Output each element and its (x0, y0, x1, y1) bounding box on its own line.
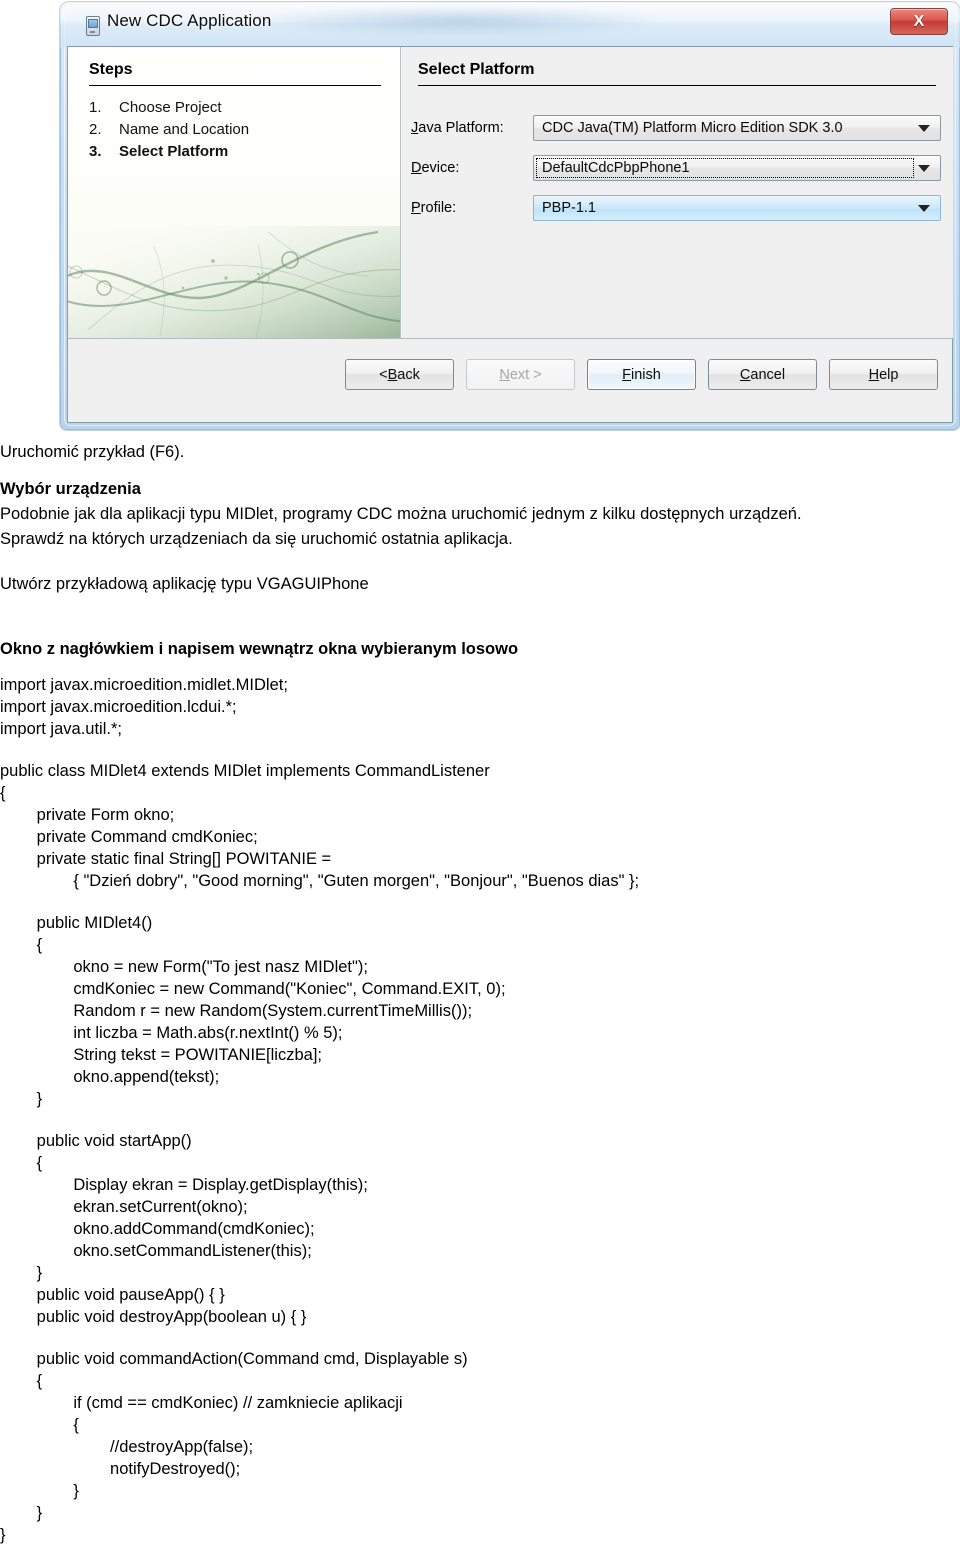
heading-device-selection: Wybór urządzenia (0, 480, 141, 498)
heading-random-window: Okno z nagłówkiem i napisem wewnątrz okn… (0, 640, 519, 658)
device-combobox[interactable]: DefaultCdcPbpPhone1 (533, 155, 941, 181)
step-item-2: 2. Name and Location (89, 119, 389, 141)
step-item-3: 3. Select Platform (89, 141, 389, 163)
help-button[interactable]: Help (829, 359, 938, 390)
profile-row: Profile: PBP-1.1 (411, 195, 941, 221)
java-platform-value: CDC Java(TM) Platform Micro Edition SDK … (542, 120, 843, 136)
device-label: Device: (411, 160, 460, 176)
para-device-1: Podobnie jak dla aplikacji typu MIDlet, … (0, 505, 802, 523)
select-platform-pane: Select Platform Java Platform: CDC Java(… (401, 47, 953, 338)
code-fields: private Form okno; private Command cmdKo… (36, 806, 640, 890)
chevron-down-icon[interactable] (918, 205, 930, 212)
profile-label: Profile: (411, 200, 457, 216)
title-bar-blur (250, 6, 670, 36)
step-item-1: 1. Choose Project (89, 97, 389, 119)
java-platform-combobox[interactable]: CDC Java(TM) Platform Micro Edition SDK … (533, 115, 941, 141)
line-run-example: Uruchomić przykład (F6). (0, 443, 185, 461)
panel-heading-rule (418, 85, 936, 86)
dialog-client-area: Steps 1. Choose Project 2. Name and Loca… (67, 46, 953, 423)
code-constructor: public MIDlet4() { okno = new Form("To j… (36, 914, 506, 1108)
steps-heading-rule (89, 85, 381, 86)
dialog-title-bar[interactable]: New CDC Application X (60, 2, 960, 48)
steps-list: 1. Choose Project 2. Name and Location 3… (89, 97, 389, 163)
panel-heading: Select Platform (418, 61, 535, 78)
profile-combobox[interactable]: PBP-1.1 (533, 195, 941, 221)
step-number: 3. (89, 143, 102, 160)
code-imports: import javax.microedition.midlet.MIDlet;… (0, 676, 288, 738)
step-number: 2. (89, 121, 102, 138)
document-body: Uruchomić przykład (F6). Wybór urządzeni… (0, 440, 960, 1546)
line-create-app: Utwórz przykładową aplikację typu VGAGUI… (0, 575, 369, 593)
step-label: Choose Project (119, 99, 222, 116)
new-cdc-application-dialog: New CDC Application X Steps 1. Choose Pr… (60, 2, 960, 430)
java-platform-label: Java Platform: (411, 120, 504, 136)
code-command-action: public void commandAction(Command cmd, D… (0, 1350, 468, 1544)
close-button[interactable]: X (890, 8, 948, 35)
dialog-button-row: < Back Next > Finish Cancel Help (345, 359, 938, 390)
chevron-down-icon[interactable] (918, 125, 930, 132)
code-class-declaration: public class MIDlet4 extends MIDlet impl… (0, 762, 490, 802)
step-label: Name and Location (119, 121, 250, 138)
decorative-swirl-artwork (68, 226, 400, 338)
profile-value: PBP-1.1 (542, 200, 596, 216)
device-row: Device: DefaultCdcPbpPhone1 (411, 155, 941, 181)
close-icon: X (913, 12, 925, 30)
steps-pane: Steps 1. Choose Project 2. Name and Loca… (68, 47, 401, 338)
focus-ring (536, 158, 914, 178)
cancel-button[interactable]: Cancel (708, 359, 817, 390)
java-platform-row: Java Platform: CDC Java(TM) Platform Mic… (411, 115, 941, 141)
steps-heading: Steps (89, 61, 133, 78)
dialog-title: New CDC Application (107, 11, 272, 30)
step-label: Select Platform (119, 143, 229, 160)
code-start-app: public void startApp() { Display ekran =… (36, 1132, 368, 1326)
back-button[interactable]: < Back (345, 359, 454, 390)
finish-button[interactable]: Finish (587, 359, 696, 390)
dialog-footer: < Back Next > Finish Cancel Help (68, 339, 952, 422)
para-device-2: Sprawdź na których urządzeniach da się u… (0, 530, 513, 548)
next-button[interactable]: Next > (466, 359, 575, 390)
step-number: 1. (89, 99, 102, 116)
device-phone-icon (86, 16, 100, 36)
chevron-down-icon[interactable] (918, 165, 930, 172)
